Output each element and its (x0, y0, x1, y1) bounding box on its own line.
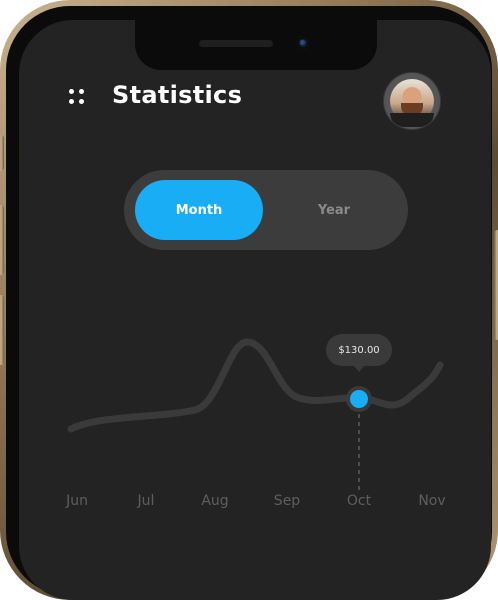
selected-data-point[interactable] (350, 390, 368, 408)
power-button (494, 230, 498, 340)
volume-up-button (0, 205, 4, 275)
x-tick-jul: Jul (137, 493, 155, 509)
page-title: Statistics (112, 81, 243, 109)
line-chart (67, 338, 444, 490)
value-tooltip: $130.00 (326, 334, 392, 372)
x-tick-nov: Nov (418, 493, 446, 509)
x-tick-aug: Aug (201, 493, 229, 509)
user-avatar[interactable] (384, 73, 440, 129)
app-screen: Statistics Month Year $130.00 Jun Jul Au… (19, 20, 491, 600)
speaker-grille (199, 40, 273, 47)
year-option[interactable]: Year (270, 180, 398, 240)
x-tick-sep: Sep (273, 493, 301, 509)
notch (135, 20, 377, 70)
x-tick-oct: Oct (346, 493, 372, 509)
front-camera (296, 36, 310, 50)
grid-dots-icon[interactable] (69, 89, 89, 109)
phone-frame: Statistics Month Year $130.00 Jun Jul Au… (0, 0, 498, 600)
x-tick-jun: Jun (66, 493, 88, 509)
avatar-shirt (390, 113, 434, 127)
month-option[interactable]: Month (135, 180, 263, 240)
mute-switch (0, 135, 4, 171)
period-toggle: Month Year (124, 170, 408, 250)
volume-down-button (0, 295, 4, 365)
phone-bezel: Statistics Month Year $130.00 Jun Jul Au… (6, 6, 492, 600)
x-axis-labels: Jun Jul Aug Sep Oct Nov (19, 493, 491, 513)
